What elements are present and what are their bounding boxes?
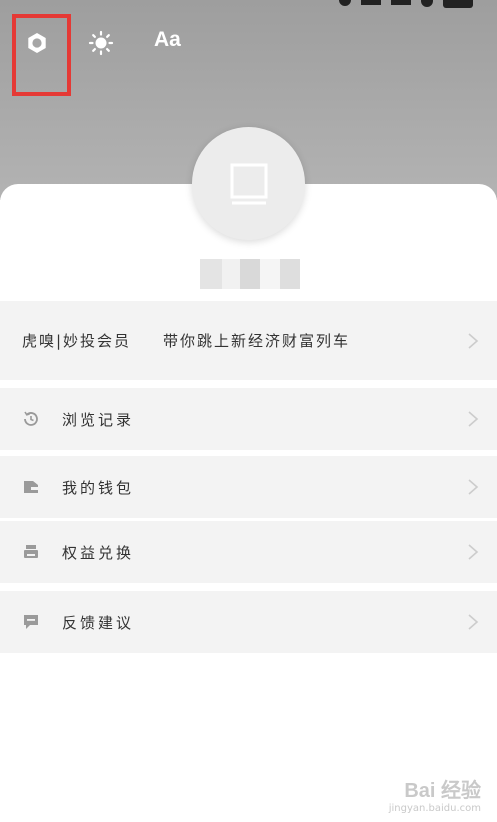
sun-icon — [88, 30, 114, 56]
avatar[interactable] — [192, 127, 305, 240]
chevron-right-icon — [468, 614, 479, 630]
font-size-button[interactable]: Aa — [154, 28, 181, 52]
chevron-right-icon — [468, 544, 479, 560]
menu-item-label: 浏览记录 — [62, 410, 135, 429]
watermark-brand: Bai 经验 — [404, 780, 481, 802]
status-bar — [339, 0, 473, 10]
brightness-button[interactable] — [84, 28, 118, 58]
vip-banner[interactable]: 虎嗅|妙投会员 带你跳上新经济财富列车 — [0, 301, 497, 380]
menu-item-label: 我的钱包 — [62, 478, 135, 497]
watermark-url: jingyan.baidu.com — [388, 803, 481, 814]
vip-label: 虎嗅|妙投会员 — [22, 332, 132, 350]
signal-icon — [361, 0, 381, 5]
history-icon — [22, 410, 40, 428]
wallet-icon — [22, 478, 40, 496]
chevron-right-icon — [468, 479, 479, 495]
menu-item-label: 反馈建议 — [62, 613, 135, 632]
feedback-icon — [22, 613, 40, 631]
signal-icon-2 — [391, 0, 411, 5]
menu-item-history[interactable]: 浏览记录 — [0, 388, 497, 450]
chevron-right-icon — [468, 332, 479, 349]
menu-item-wallet[interactable]: 我的钱包 — [0, 456, 497, 518]
battery-icon — [443, 0, 473, 8]
highlight-box — [12, 14, 71, 96]
chevron-right-icon — [468, 411, 479, 427]
wifi-icon — [421, 0, 433, 7]
menu-item-benefits[interactable]: 权益兑换 — [0, 521, 497, 583]
menu-item-label: 权益兑换 — [62, 543, 135, 562]
watermark: Bai 经验 jingyan.baidu.com — [356, 774, 481, 814]
alarm-icon — [339, 0, 351, 6]
vip-tagline: 带你跳上新经济财富列车 — [163, 332, 351, 350]
username-blurred — [200, 259, 300, 289]
default-avatar-icon — [230, 163, 267, 204]
menu-item-feedback[interactable]: 反馈建议 — [0, 591, 497, 653]
printer-icon — [22, 543, 40, 561]
